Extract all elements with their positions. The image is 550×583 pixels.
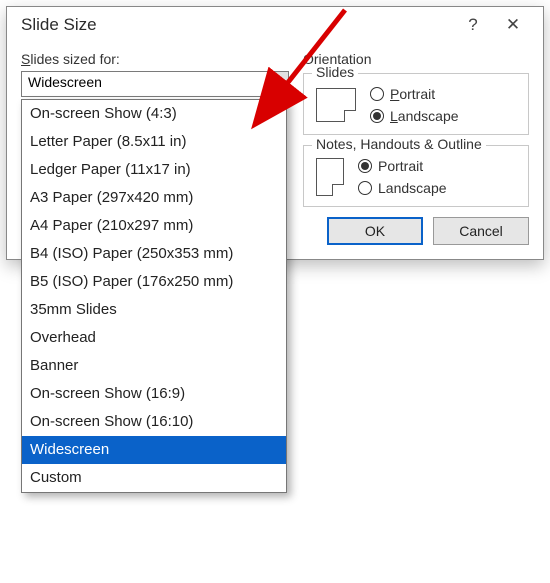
notes-landscape-radio[interactable]: Landscape: [358, 180, 447, 196]
dropdown-option[interactable]: Banner: [22, 352, 286, 380]
orientation-slides-title: Slides: [312, 64, 358, 80]
dropdown-option[interactable]: Ledger Paper (11x17 in): [22, 156, 286, 184]
portrait-page-icon: [316, 158, 344, 196]
dialog-title: Slide Size: [21, 15, 453, 35]
slides-sized-for-combo[interactable]: Widescreen: [21, 71, 289, 97]
titlebar: Slide Size ? ✕: [7, 7, 543, 41]
dropdown-option[interactable]: 35mm Slides: [22, 296, 286, 324]
ok-button[interactable]: OK: [327, 217, 423, 245]
slides-portrait-radio[interactable]: Portrait: [370, 86, 459, 102]
dropdown-option[interactable]: On-screen Show (4:3): [22, 100, 286, 128]
dialog-button-row: OK Cancel: [303, 217, 529, 245]
dropdown-option[interactable]: A3 Paper (297x420 mm): [22, 184, 286, 212]
combo-selected-text: Widescreen: [22, 72, 268, 96]
dropdown-option[interactable]: Widescreen: [22, 436, 286, 464]
dropdown-option[interactable]: Letter Paper (8.5x11 in): [22, 128, 286, 156]
landscape-page-icon: [316, 88, 356, 122]
help-button[interactable]: ?: [453, 15, 493, 35]
cancel-button[interactable]: Cancel: [433, 217, 529, 245]
dropdown-option[interactable]: Overhead: [22, 324, 286, 352]
slides-sized-for-label: Slides sized for:: [21, 51, 289, 67]
combo-dropdown-button[interactable]: [268, 72, 288, 96]
dropdown-option[interactable]: B4 (ISO) Paper (250x353 mm): [22, 240, 286, 268]
slides-landscape-radio[interactable]: Landscape: [370, 108, 459, 124]
close-button[interactable]: ✕: [493, 15, 533, 35]
slides-sized-for-dropdown[interactable]: On-screen Show (4:3)Letter Paper (8.5x11…: [21, 99, 287, 493]
notes-portrait-radio[interactable]: Portrait: [358, 158, 447, 174]
dropdown-option[interactable]: On-screen Show (16:10): [22, 408, 286, 436]
orientation-notes-title: Notes, Handouts & Outline: [312, 136, 486, 152]
orientation-slides-group: Slides Portrait Landscape: [303, 73, 529, 135]
dropdown-option[interactable]: On-screen Show (16:9): [22, 380, 286, 408]
dropdown-option[interactable]: A4 Paper (210x297 mm): [22, 212, 286, 240]
dropdown-option[interactable]: B5 (ISO) Paper (176x250 mm): [22, 268, 286, 296]
orientation-notes-group: Notes, Handouts & Outline Portrait Lands…: [303, 145, 529, 207]
slide-size-dialog: Slide Size ? ✕ Slides sized for: Widescr…: [6, 6, 544, 260]
chevron-down-icon: [275, 82, 283, 87]
dropdown-option[interactable]: Custom: [22, 464, 286, 492]
